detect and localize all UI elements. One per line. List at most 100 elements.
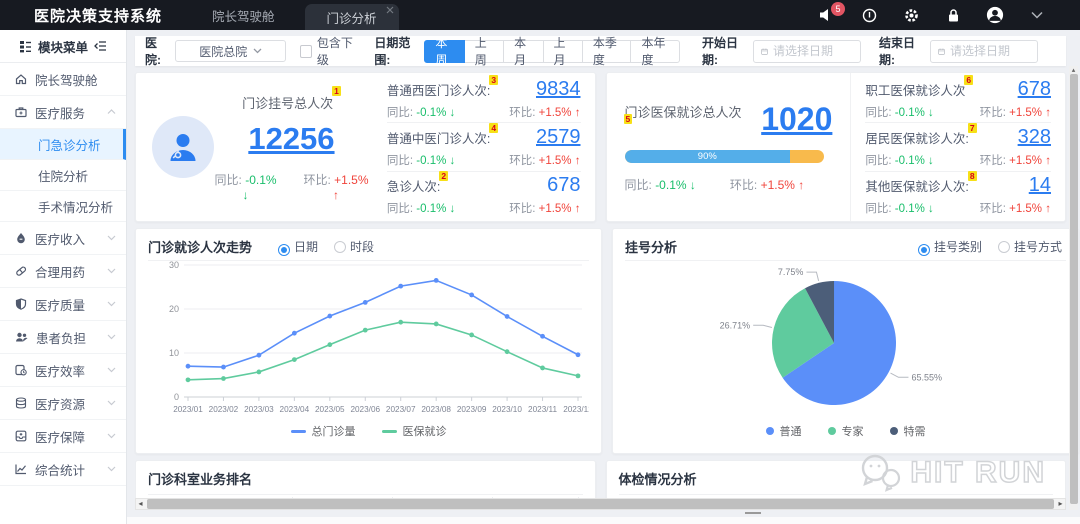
sidebar-item-cockpit[interactable]: 院长驾驶舱 [0,63,126,96]
radio-registration-category[interactable]: 挂号类别 [918,238,982,256]
radio-registration-method[interactable]: 挂号方式 [998,238,1062,255]
module-menu-icon [19,40,32,53]
data-point[interactable] [292,357,297,362]
data-point[interactable] [434,322,439,327]
sidebar-item-comprehensive-statistics[interactable]: 综合统计 [0,453,126,486]
data-point[interactable] [257,370,262,375]
data-point[interactable] [257,353,262,358]
sidebar-item-medical-quality[interactable]: 医疗质量 [0,288,126,321]
date-range-button[interactable]: 上周 [464,40,504,63]
coin-drop-icon [15,232,27,244]
hospital-select[interactable]: 医院总院 [175,40,286,62]
stat-value[interactable]: 328 [1018,126,1051,149]
data-point[interactable] [469,293,474,298]
sidebar-subitem-inpatient[interactable]: 住院分析 [0,160,126,191]
date-range-button[interactable]: 本年度 [630,40,680,63]
collapse-sidebar-icon[interactable] [94,40,107,52]
info-icon[interactable] [860,6,878,24]
tab-outpatient-analysis[interactable]: 门诊分析 [305,4,399,30]
data-point[interactable] [469,333,474,338]
panel-title: 门诊科室业务排名 [148,469,583,495]
date-range-button[interactable]: 上月 [543,40,583,63]
data-point[interactable] [540,334,545,339]
sidebar-item-medical-insurance[interactable]: 医疗保障 [0,420,126,453]
data-point[interactable] [363,328,368,333]
sidebar-subitem-outpatient-emergency[interactable]: 门急诊分析 [0,129,126,160]
data-point[interactable] [221,376,226,381]
sidebar-item-medical-efficiency[interactable]: 医疗效率 [0,354,126,387]
data-point[interactable] [540,366,545,371]
stat-value[interactable]: 678 [1018,78,1051,101]
settings-gear-icon[interactable] [902,6,920,24]
sidebar-item-medical-services[interactable]: 医疗服务 [0,96,126,129]
resize-handle[interactable] [745,512,761,514]
chevron-down-icon [107,367,116,373]
stat-value[interactable]: 9834 [536,78,581,101]
stat-row-employee-medicare: 职工医保就诊人次6 678 同比: -0.1% ↓ 环比: +1.5% ↑ [865,75,1051,122]
scroll-up-arrow-icon[interactable]: ▴ [1069,66,1078,74]
marker-badge: 6 [964,75,973,85]
vertical-scrollbar-thumb[interactable] [1070,74,1078,504]
lock-icon[interactable] [944,6,962,24]
data-point[interactable] [505,349,510,354]
start-date-field[interactable] [773,44,853,58]
include-subordinate-checkbox[interactable] [300,45,312,58]
up-arrow-icon: ↑ [1045,155,1051,167]
chevron-down-icon [107,466,116,472]
database-icon [15,397,27,409]
stat-value[interactable]: 2579 [536,126,581,149]
kpi-row: 门诊挂号总人次1 12256 同比: -0.1% ↓ 环比: +1.5% ↑ 普… [135,72,1066,222]
up-arrow-icon: ↑ [575,107,581,119]
horizontal-scrollbar[interactable]: ◂ ▸ [135,498,1066,510]
sidebar-item-rational-medication[interactable]: 合理用药 [0,255,126,288]
data-point[interactable] [186,377,191,382]
data-point[interactable] [292,331,297,336]
scroll-right-arrow-icon[interactable]: ▸ [1056,499,1065,509]
up-arrow-icon: ↑ [1045,107,1051,119]
data-point[interactable] [576,373,581,378]
sidebar-subitem-surgery[interactable]: 手术情况分析 [0,191,126,222]
end-date-field[interactable] [950,44,1030,58]
data-point[interactable] [186,364,191,369]
data-point[interactable] [398,320,403,325]
legend-item[interactable]: 专家 [828,423,864,439]
data-point[interactable] [505,314,510,319]
data-point[interactable] [576,352,581,357]
stat-value[interactable]: 14 [1029,174,1051,197]
user-avatar[interactable] [986,6,1004,24]
sidebar-item-patient-burden[interactable]: 患者负担 [0,321,126,354]
tab-cockpit[interactable]: 院长驾驶舱 [190,0,297,30]
tab-close-icon[interactable] [386,6,394,14]
legend-item[interactable]: 普通 [766,423,802,439]
chevron-down-icon [107,268,116,274]
date-range-button[interactable]: 本季度 [582,40,632,63]
end-date-input[interactable] [930,40,1038,63]
vertical-scrollbar[interactable]: ▴ [1069,66,1078,510]
data-point[interactable] [327,314,332,319]
calendar-icon [938,46,945,57]
notification-speaker-icon[interactable]: 5 [818,6,836,24]
down-arrow-icon: ↓ [450,203,456,215]
registration-total-value[interactable]: 12256 [214,121,369,157]
legend-item[interactable]: 总门诊量 [291,423,356,439]
start-date-input[interactable] [753,40,861,63]
data-point[interactable] [363,300,368,305]
medicare-total-value[interactable]: 1020 [761,101,832,138]
data-point[interactable] [398,284,403,289]
legend-item[interactable]: 医保就诊 [382,423,447,439]
date-range-button[interactable]: 本周 [424,40,464,63]
data-point[interactable] [327,342,332,347]
scroll-left-arrow-icon[interactable]: ◂ [136,499,145,509]
date-range-button[interactable]: 本月 [503,40,543,63]
sidebar-item-medical-resources[interactable]: 医疗资源 [0,387,126,420]
data-point[interactable] [434,278,439,283]
radio-by-period[interactable]: 时段 [334,238,374,255]
stat-row-chinese-medicine: 普通中医门诊人次:4 2579 同比: -0.1% ↓ 环比: +1.5% ↑ [387,122,581,170]
sidebar-item-medical-revenue[interactable]: 医疗收入 [0,222,126,255]
chevron-down-icon[interactable] [1028,6,1046,24]
legend-item[interactable]: 特需 [890,423,926,439]
data-point[interactable] [221,365,226,370]
stat-value[interactable]: 678 [547,174,580,197]
horizontal-scrollbar-thumb[interactable] [147,499,1054,509]
radio-by-date[interactable]: 日期 [278,238,318,256]
